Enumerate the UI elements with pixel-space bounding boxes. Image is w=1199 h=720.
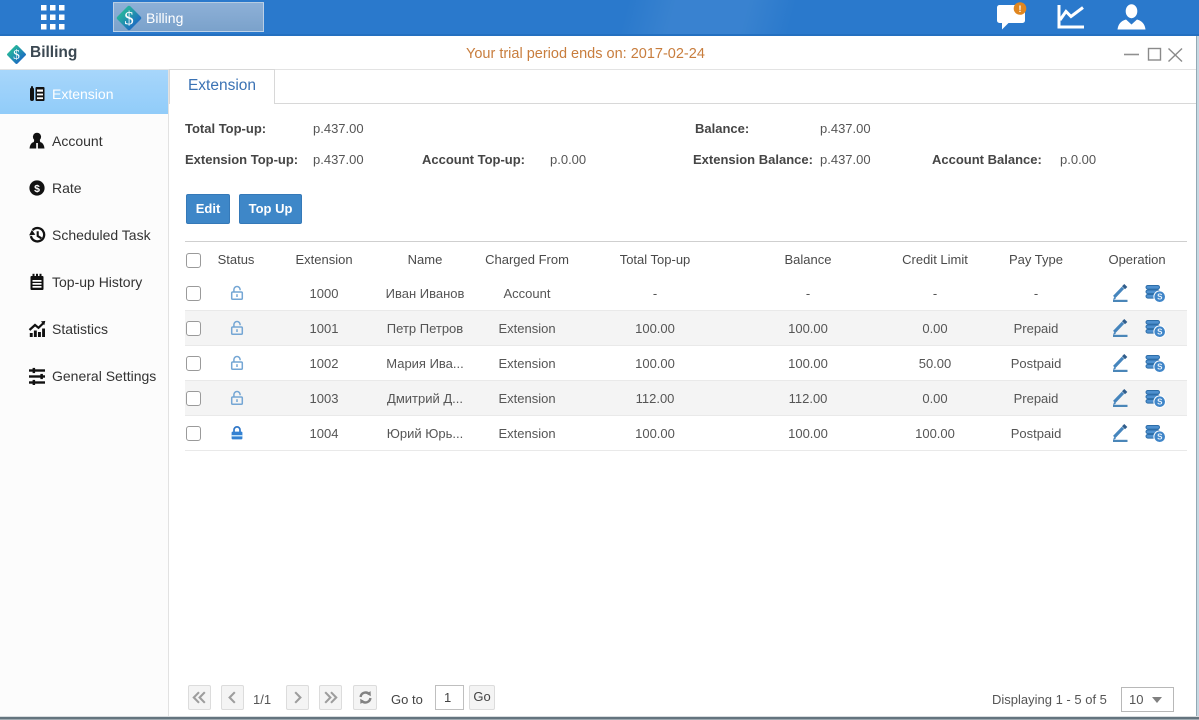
svg-text:S: S: [1157, 398, 1163, 407]
svg-text:S: S: [1157, 328, 1163, 337]
svg-text:S: S: [1157, 293, 1163, 302]
svg-text:S: S: [1157, 433, 1163, 442]
svg-text:$: $: [34, 183, 40, 195]
svg-text:$: $: [13, 47, 20, 62]
svg-text:$: $: [124, 9, 134, 30]
svg-text:S: S: [1157, 363, 1163, 372]
svg-text:!: !: [1019, 4, 1022, 14]
